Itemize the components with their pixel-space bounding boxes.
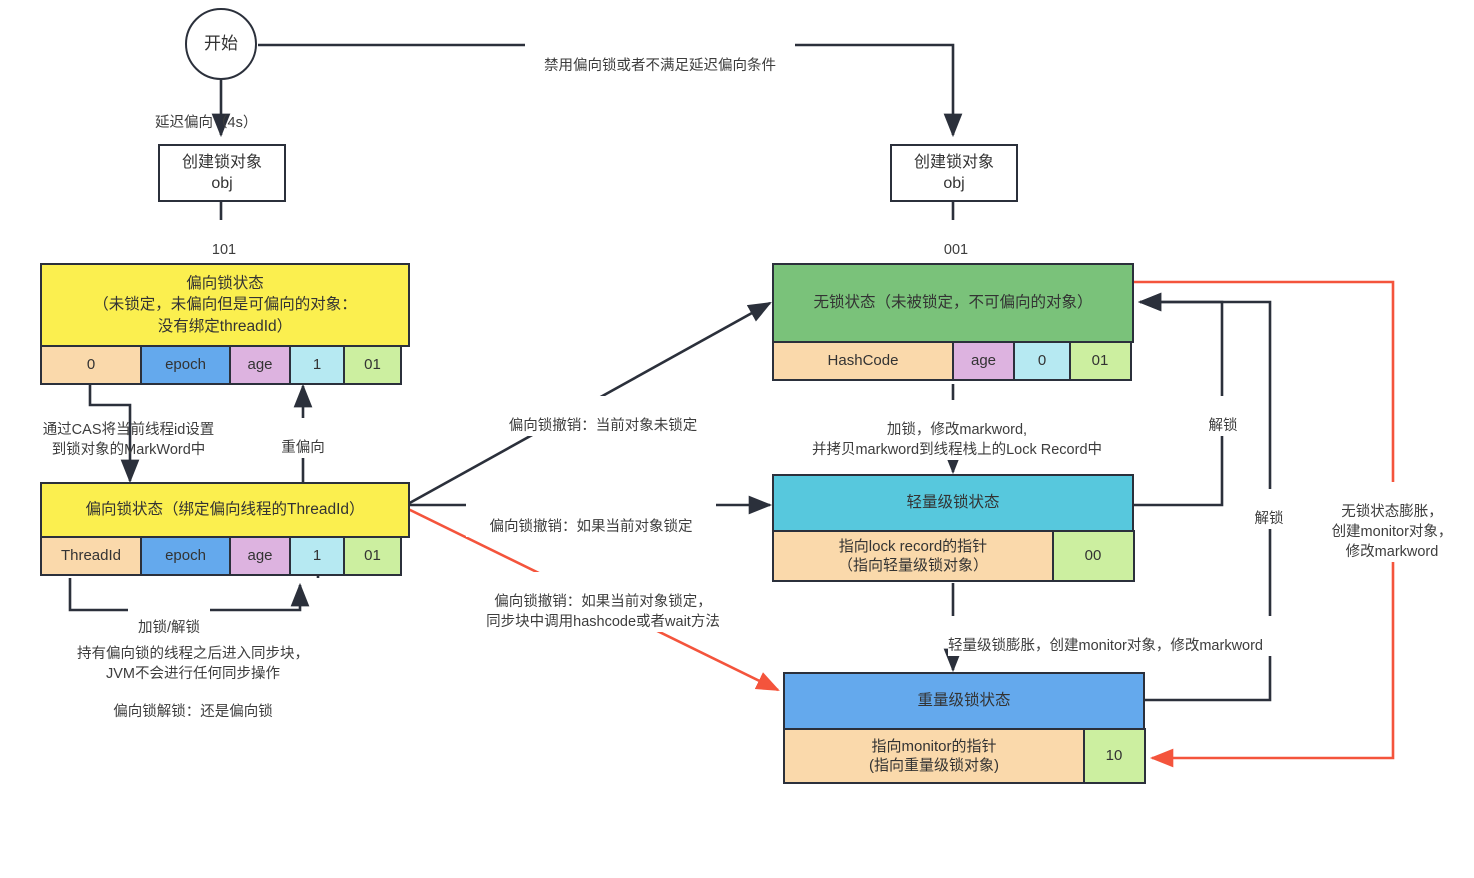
edge-label-text: 延迟偏向（4s） xyxy=(155,115,258,131)
edge-label-text: 轻量级锁膨胀，创建monitor对象，修改markword xyxy=(948,638,1263,654)
markword-cell-text: epoch xyxy=(165,356,206,374)
markword-cell-text: epoch xyxy=(165,547,206,565)
markword-row-biased-unbound: 0 epoch age 1 01 xyxy=(40,345,402,385)
markword-cell-text: 指向monitor的指针 (指向重量级锁对象) xyxy=(869,737,999,775)
node-no-lock-header-label: 无锁状态（未被锁定，不可偏向的对象） xyxy=(813,294,1093,312)
edge-label-disable-bias: 禁用偏向锁或者不满足延迟偏向条件 xyxy=(525,36,795,76)
edge-label-text: 重偏向 xyxy=(281,440,325,456)
markword-cell-text: ThreadId xyxy=(60,547,122,565)
markword-cell-text: age xyxy=(247,547,273,565)
markword-cell-lockbits[interactable]: 00 xyxy=(1051,530,1135,582)
markword-cell-age[interactable]: age xyxy=(229,345,291,385)
node-heavy-lock-header[interactable]: 重量级锁状态 xyxy=(783,672,1145,730)
markword-cell-biasflag[interactable]: 1 xyxy=(288,536,346,576)
node-biased-bound-header[interactable]: 偏向锁状态（绑定偏向线程的ThreadId） xyxy=(40,482,410,538)
node-no-lock-header[interactable]: 无锁状态（未被锁定，不可偏向的对象） xyxy=(772,263,1134,343)
markword-cell-monitor-pointer[interactable]: 指向monitor的指针 (指向重量级锁对象) xyxy=(783,728,1085,784)
edge-label-markword-101: 101 xyxy=(206,220,242,260)
node-create-lock-object-right-label: 创建锁对象 obj xyxy=(913,153,994,192)
markword-cell-text: HashCode xyxy=(827,352,899,370)
edge-label-revoke-unlocked: 偏向锁撤销：当前对象未锁定 xyxy=(478,396,728,436)
lock-upgrade-diagram: 开始 创建锁对象 obj 创建锁对象 obj 偏向锁状态 （未锁定，未偏向但是可… xyxy=(0,0,1474,878)
edge-label-text: 偏向锁撤销：如果当前对象锁定， 同步块中调用hashcode或者wait方法 xyxy=(486,594,720,630)
node-biased-bound-header-label: 偏向锁状态（绑定偏向线程的ThreadId） xyxy=(85,501,365,519)
edge-label-text: 偏向锁撤销：如果当前对象锁定 xyxy=(489,519,693,535)
node-biased-unbound-header[interactable]: 偏向锁状态 （未锁定，未偏向但是可偏向的对象： 没有绑定threadId） xyxy=(40,263,410,347)
markword-cell-text: 1 xyxy=(312,547,322,565)
edge-label-text: 加锁，修改markword, 并拷贝markword到线程栈上的Lock Rec… xyxy=(811,422,1103,458)
markword-cell-biasflag[interactable]: 0 xyxy=(1013,341,1071,381)
edge-label-text: 偏向锁撤销：当前对象未锁定 xyxy=(508,418,698,434)
markword-row-no-lock: HashCode age 0 01 xyxy=(772,341,1132,381)
markword-cell-biasflag[interactable]: 1 xyxy=(288,345,346,385)
edge-label-text: 解锁 xyxy=(1254,511,1284,527)
edge-label-text: 解锁 xyxy=(1208,418,1238,434)
edge-label-light-lock-inflate: 轻量级锁膨胀，创建monitor对象，修改markword xyxy=(948,616,1338,656)
markword-cell-threadid[interactable]: ThreadId xyxy=(40,536,142,576)
markword-cell-text: 01 xyxy=(364,356,381,374)
markword-cell-age[interactable]: age xyxy=(229,536,291,576)
markword-cell-lockbits[interactable]: 01 xyxy=(343,536,402,576)
edge-label-cas-set-threadid: 通过CAS将当前线程id设置 到锁对象的MarkWord中 xyxy=(16,400,241,460)
node-light-lock-header-label: 轻量级锁状态 xyxy=(906,494,1000,512)
markword-cell-text: age xyxy=(970,352,997,370)
edge-label-text: 禁用偏向锁或者不满足延迟偏向条件 xyxy=(544,58,776,74)
node-biased-unbound-header-label: 偏向锁状态 （未锁定，未偏向但是可偏向的对象： 没有绑定threadId） xyxy=(93,274,357,335)
edge-label-revoke-locked: 偏向锁撤销：如果当前对象锁定 xyxy=(466,497,716,537)
markword-cell-epoch[interactable]: epoch xyxy=(139,345,232,385)
markword-cell-text: 01 xyxy=(364,547,381,565)
annotation-biased-unlock: 偏向锁解锁：还是偏向锁 xyxy=(48,682,338,722)
markword-cell-lockbits[interactable]: 01 xyxy=(343,345,402,385)
markword-cell-text: 10 xyxy=(1105,747,1123,765)
markword-cell-text: 指向lock record的指针 （指向轻量级锁对象） xyxy=(837,537,988,575)
markword-cell-text: 01 xyxy=(1091,352,1109,370)
markword-cell-lockbits[interactable]: 10 xyxy=(1082,728,1146,784)
edge-label-text: 001 xyxy=(943,242,969,258)
edge-label-lock-modify-markword: 加锁，修改markword, 并拷贝markword到线程栈上的Lock Rec… xyxy=(772,400,1142,460)
markword-cell-epoch[interactable]: epoch xyxy=(139,536,232,576)
edge-label-text: 持有偏向锁的线程之后进入同步块， JVM不会进行任何同步操作 xyxy=(77,646,309,682)
node-create-lock-object-right[interactable]: 创建锁对象 obj xyxy=(890,144,1018,202)
markword-cell-text: 1 xyxy=(312,356,322,374)
edge-label-text: 无锁状态膨胀， 创建monitor对象， 修改markword xyxy=(1331,504,1453,560)
markword-cell-lock-record-pointer[interactable]: 指向lock record的指针 （指向轻量级锁对象） xyxy=(772,530,1054,582)
node-heavy-lock-header-label: 重量级锁状态 xyxy=(917,692,1011,710)
annotation-biased-thread-sync: 持有偏向锁的线程之后进入同步块， JVM不会进行任何同步操作 xyxy=(48,624,338,684)
edge-label-rebias: 重偏向 xyxy=(270,418,336,458)
markword-cell-text: 00 xyxy=(1084,547,1102,565)
node-create-lock-object-left-label: 创建锁对象 obj xyxy=(181,153,262,192)
edge-label-no-lock-inflate: 无锁状态膨胀， 创建monitor对象， 修改markword xyxy=(1318,482,1466,562)
edge-label-markword-001: 001 xyxy=(938,220,974,260)
edge-label-text: 通过CAS将当前线程id设置 到锁对象的MarkWord中 xyxy=(42,422,215,458)
markword-cell-text: age xyxy=(247,356,273,374)
node-create-lock-object-left[interactable]: 创建锁对象 obj xyxy=(158,144,286,202)
node-start-label: 开始 xyxy=(204,33,238,53)
edge-label-text: 101 xyxy=(211,242,237,258)
markword-cell-threadid[interactable]: 0 xyxy=(40,345,142,385)
markword-row-biased-bound: ThreadId epoch age 1 01 xyxy=(40,536,402,576)
markword-row-heavy-lock: 指向monitor的指针 (指向重量级锁对象) 10 xyxy=(783,728,1146,784)
edge-label-text: 偏向锁解锁：还是偏向锁 xyxy=(113,704,273,720)
node-light-lock-header[interactable]: 轻量级锁状态 xyxy=(772,474,1134,532)
markword-cell-hashcode[interactable]: HashCode xyxy=(772,341,954,381)
edge-label-unlock-heavy: 解锁 xyxy=(1244,489,1294,529)
edge-label-delay-bias: 延迟偏向（4s） xyxy=(155,93,300,133)
markword-cell-lockbits[interactable]: 01 xyxy=(1068,341,1132,381)
markword-row-light-lock: 指向lock record的指针 （指向轻量级锁对象） 00 xyxy=(772,530,1135,582)
edge-label-revoke-hashcode-wait: 偏向锁撤销：如果当前对象锁定， 同步块中调用hashcode或者wait方法 xyxy=(458,572,748,632)
markword-cell-age[interactable]: age xyxy=(951,341,1016,381)
markword-cell-text: 0 xyxy=(1037,352,1047,370)
node-start[interactable]: 开始 xyxy=(185,8,257,80)
edge-label-unlock-light: 解锁 xyxy=(1198,396,1248,436)
markword-cell-text: 0 xyxy=(86,356,96,374)
